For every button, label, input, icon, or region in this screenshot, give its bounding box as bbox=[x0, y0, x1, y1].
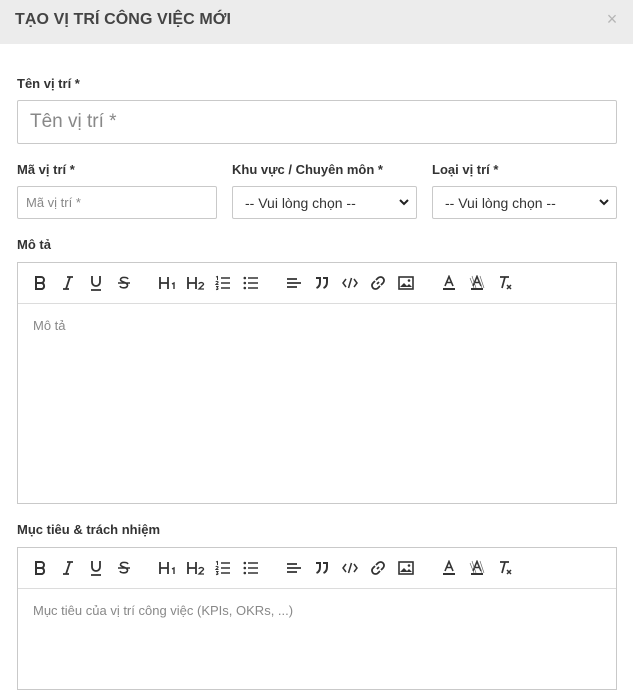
link-icon[interactable] bbox=[369, 559, 387, 577]
background-color-icon[interactable] bbox=[468, 559, 486, 577]
area-select-value: -- Vui lòng chọn -- bbox=[245, 195, 356, 211]
text-color-icon[interactable] bbox=[440, 274, 458, 292]
modal-header: TẠO VỊ TRÍ CÔNG VIỆC MỚI × bbox=[0, 0, 633, 44]
background-color-icon[interactable] bbox=[468, 274, 486, 292]
code-icon[interactable] bbox=[341, 559, 359, 577]
chevron-down-icon bbox=[599, 199, 609, 206]
align-left-icon[interactable] bbox=[285, 274, 303, 292]
position-name-input[interactable] bbox=[17, 100, 617, 144]
underline-icon[interactable] bbox=[87, 274, 105, 292]
bold-icon[interactable] bbox=[31, 559, 49, 577]
heading-2-icon[interactable] bbox=[186, 559, 206, 577]
code-icon[interactable] bbox=[341, 274, 359, 292]
position-code-label: Mã vị trí * bbox=[17, 162, 75, 177]
ordered-list-icon[interactable] bbox=[214, 274, 232, 292]
bold-icon[interactable] bbox=[31, 274, 49, 292]
ordered-list-icon[interactable] bbox=[214, 559, 232, 577]
position-code-input[interactable] bbox=[17, 186, 217, 219]
clear-format-icon[interactable] bbox=[496, 274, 514, 292]
goals-editor: Mục tiêu của vị trí công việc (KPIs, OKR… bbox=[17, 547, 617, 690]
modal-title: TẠO VỊ TRÍ CÔNG VIỆC MỚI bbox=[15, 11, 232, 28]
heading-2-icon[interactable] bbox=[186, 274, 206, 292]
bullet-list-icon[interactable] bbox=[242, 274, 260, 292]
heading-1-icon[interactable] bbox=[158, 559, 178, 577]
link-icon[interactable] bbox=[369, 274, 387, 292]
image-icon[interactable] bbox=[397, 274, 415, 292]
goals-label: Mục tiêu & trách nhiệm bbox=[17, 522, 161, 537]
position-name-label: Tên vị trí * bbox=[17, 76, 80, 91]
italic-icon[interactable] bbox=[59, 274, 77, 292]
goals-content[interactable]: Mục tiêu của vị trí công việc (KPIs, OKR… bbox=[18, 589, 616, 632]
description-label: Mô tả bbox=[17, 237, 51, 252]
position-type-label: Loại vị trí * bbox=[432, 162, 499, 177]
area-label: Khu vực / Chuyên môn * bbox=[232, 162, 383, 177]
align-left-icon[interactable] bbox=[285, 559, 303, 577]
area-select[interactable]: -- Vui lòng chọn -- bbox=[232, 186, 417, 219]
bullet-list-icon[interactable] bbox=[242, 559, 260, 577]
image-icon[interactable] bbox=[397, 559, 415, 577]
text-color-icon[interactable] bbox=[440, 559, 458, 577]
close-icon[interactable]: × bbox=[605, 10, 619, 28]
blockquote-icon[interactable] bbox=[313, 274, 331, 292]
editor-toolbar bbox=[18, 548, 616, 589]
blockquote-icon[interactable] bbox=[313, 559, 331, 577]
italic-icon[interactable] bbox=[59, 559, 77, 577]
strikethrough-icon[interactable] bbox=[115, 274, 133, 292]
chevron-down-icon bbox=[399, 199, 409, 206]
clear-format-icon[interactable] bbox=[496, 559, 514, 577]
heading-1-icon[interactable] bbox=[158, 274, 178, 292]
strikethrough-icon[interactable] bbox=[115, 559, 133, 577]
position-type-select[interactable]: -- Vui lòng chọn -- bbox=[432, 186, 617, 219]
editor-toolbar bbox=[18, 263, 616, 304]
description-content[interactable]: Mô tả bbox=[18, 304, 616, 347]
description-editor: Mô tả bbox=[17, 262, 617, 504]
position-type-select-value: -- Vui lòng chọn -- bbox=[445, 195, 556, 211]
underline-icon[interactable] bbox=[87, 559, 105, 577]
